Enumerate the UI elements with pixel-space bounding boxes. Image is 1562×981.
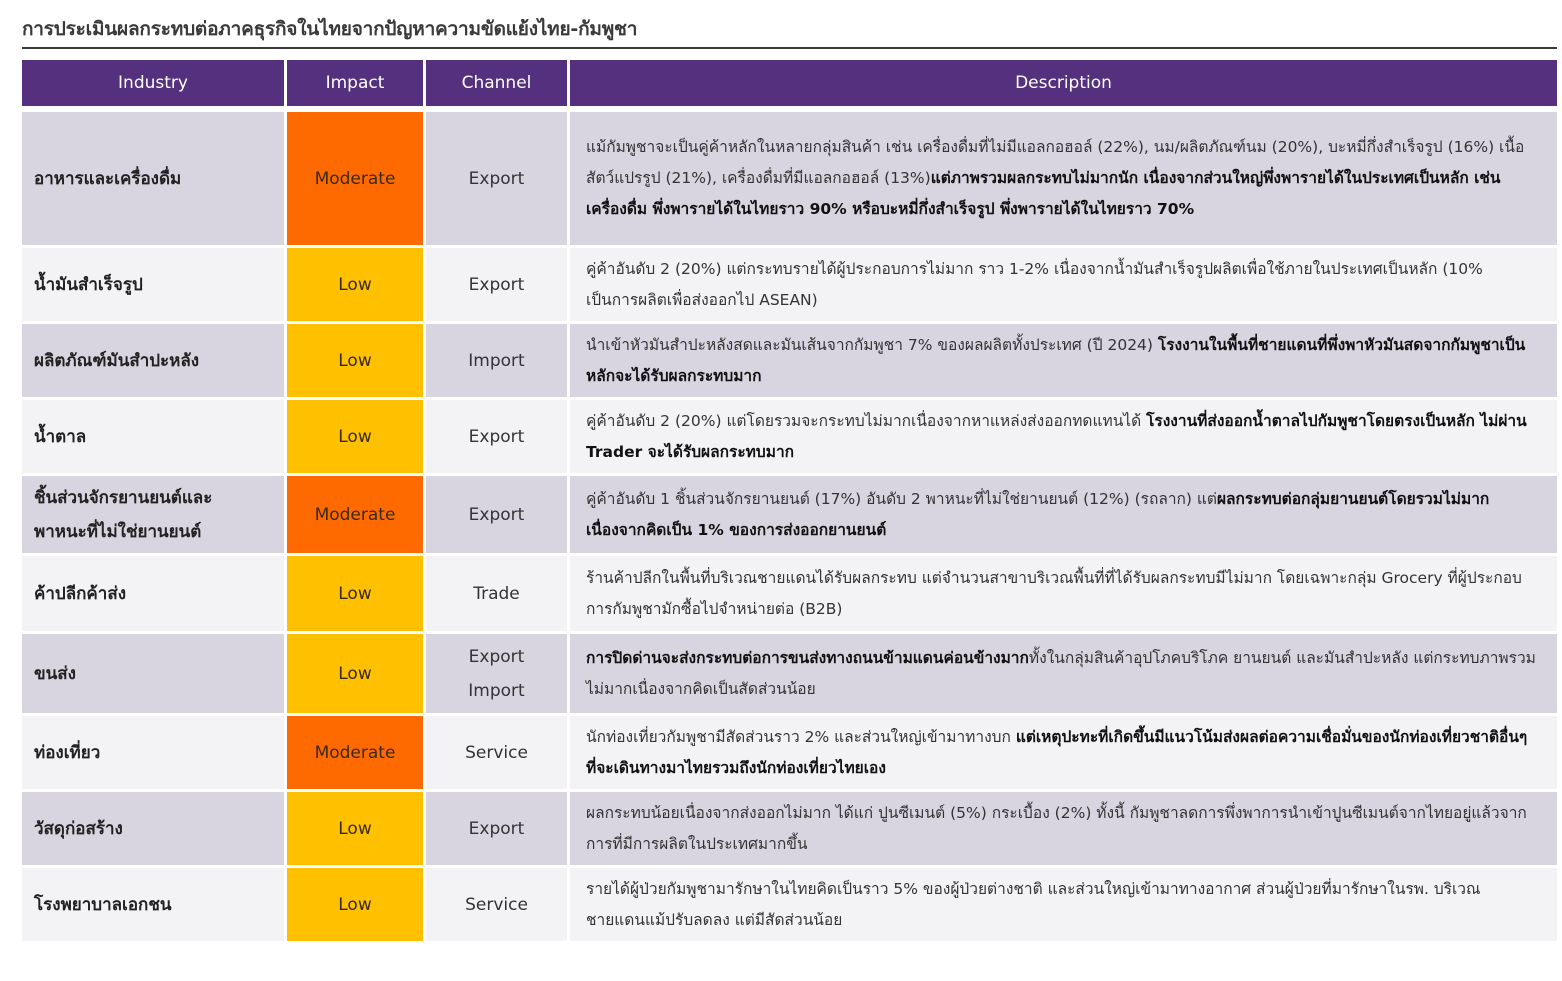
table-row: ขนส่ง Low Export Import การปิดด่านจะส่งกระทบ… — [22, 634, 1557, 716]
industry-name: ชิ้นส่วนจักรยานยนต์และ — [34, 487, 213, 508]
title-divider — [22, 47, 1557, 49]
channel-name: Service — [465, 894, 528, 915]
industry-name: โรงพยาบาลเอกชน — [34, 894, 172, 915]
description-cell: นำเข้าหัวมันสำปะหลังสดและมันเส้นจากกัมพู… — [570, 324, 1557, 400]
channel-cell: Export Import — [426, 634, 570, 716]
description-text: ผลกระทบน้อยเนื่องจากส่งออกไม่มาก ได้แก่ … — [586, 803, 1527, 853]
header-description: Description — [570, 60, 1557, 112]
industry-cell: ท่องเที่ยว — [22, 716, 287, 792]
description-text: รายได้ผู้ป่วยกัมพูชามารักษาในไทยคิดเป็นร… — [586, 879, 1481, 929]
industry-name: น้ำมันสำเร็จรูป — [34, 274, 143, 295]
channel-cell: Trade — [426, 556, 570, 634]
impact-badge: Low — [287, 324, 426, 400]
description-text: คู่ค้าอันดับ 2 (20%) แต่โดยรวมจะกระทบไม่… — [586, 411, 1147, 430]
table-row: น้ำตาล Low Export คู่ค้าอันดับ 2 (20%) แต่โ… — [22, 400, 1557, 476]
table-row: อาหารและเครื่องดื่ม Moderate Export แม้กัมพ… — [22, 112, 1557, 248]
channel-name: Import — [468, 350, 525, 371]
description-cell: คู่ค้าอันดับ 2 (20%) แต่โดยรวมจะกระทบไม่… — [570, 400, 1557, 476]
channel-name: Import — [468, 680, 525, 701]
description-cell: การปิดด่านจะส่งกระทบต่อการขนส่งทางถนนข้า… — [570, 634, 1557, 716]
channel-cell: Service — [426, 716, 570, 792]
channel-cell: Export — [426, 400, 570, 476]
industry-cell: ผลิตภัณฑ์มันสำปะหลัง — [22, 324, 287, 400]
industry-cell: โรงพยาบาลเอกชน — [22, 868, 287, 944]
description-text: นำเข้าหัวมันสำปะหลังสดและมันเส้นจากกัมพู… — [586, 335, 1158, 354]
description-highlight: การปิดด่านจะส่งกระทบต่อการขนส่งทางถนนข้า… — [586, 648, 1029, 667]
page-title: การประเมินผลกระทบต่อภาคธุรกิจในไทยจากปัญ… — [22, 18, 638, 40]
table-row: ผลิตภัณฑ์มันสำปะหลัง Low Import นำเข้าหัวมั… — [22, 324, 1557, 400]
impact-badge: Low — [287, 248, 426, 324]
channel-name: Export — [468, 646, 525, 667]
industry-cell: ขนส่ง — [22, 634, 287, 716]
industry-name: ท่องเที่ยว — [34, 742, 101, 763]
channel-name: Trade — [473, 583, 520, 604]
channel-name: Export — [468, 168, 525, 189]
channel-cell: Export — [426, 792, 570, 868]
channel-cell: Export — [426, 112, 570, 248]
industry-name: น้ำตาล — [34, 426, 87, 447]
impact-badge: Low — [287, 400, 426, 476]
table-row: ท่องเที่ยว Moderate Service นักท่องเที่ยวกั… — [22, 716, 1557, 792]
description-text: ร้านค้าปลีกในพื้นที่บริเวณชายแดนได้รับผล… — [586, 568, 1522, 618]
impact-table: Industry Impact Channel Description อาหา… — [22, 60, 1557, 944]
impact-badge: Moderate — [287, 476, 426, 556]
industry-name: พาหนะที่ไม่ใช่ยานยนต์ — [34, 521, 202, 542]
industry-cell: ชิ้นส่วนจักรยานยนต์และพาหนะที่ไม่ใช่ยานย… — [22, 476, 287, 556]
description-text: คู่ค้าอันดับ 2 (20%) แต่กระทบรายได้ผู้ปร… — [586, 259, 1483, 309]
impact-badge: Moderate — [287, 112, 426, 248]
table-header-row: Industry Impact Channel Description — [22, 60, 1557, 112]
table-row: น้ำมันสำเร็จรูป Low Export คู่ค้าอันดับ 2 (… — [22, 248, 1557, 324]
channel-name: Export — [468, 274, 525, 295]
table-row: โรงพยาบาลเอกชน Low Service รายได้ผู้ป่วยกัม… — [22, 868, 1557, 944]
impact-badge: Low — [287, 556, 426, 634]
impact-badge: Moderate — [287, 716, 426, 792]
channel-cell: Import — [426, 324, 570, 400]
channel-cell: Service — [426, 868, 570, 944]
header-impact: Impact — [287, 60, 426, 112]
header-industry: Industry — [22, 60, 287, 112]
table-row: วัสดุก่อสร้าง Low Export ผลกระทบน้อยเนื่องจ… — [22, 792, 1557, 868]
channel-name: Service — [465, 742, 528, 763]
industry-name: ขนส่ง — [34, 663, 76, 684]
description-cell: ผลกระทบน้อยเนื่องจากส่งออกไม่มาก ได้แก่ … — [570, 792, 1557, 868]
description-cell: แม้กัมพูชาจะเป็นคู่ค้าหลักในหลายกลุ่มสิน… — [570, 112, 1557, 248]
description-cell: คู่ค้าอันดับ 1 ชิ้นส่วนจักรยานยนต์ (17%)… — [570, 476, 1557, 556]
channel-cell: Export — [426, 476, 570, 556]
industry-cell: น้ำมันสำเร็จรูป — [22, 248, 287, 324]
impact-badge: Low — [287, 792, 426, 868]
impact-badge: Low — [287, 868, 426, 944]
industry-cell: วัสดุก่อสร้าง — [22, 792, 287, 868]
header-channel: Channel — [426, 60, 570, 112]
description-cell: ร้านค้าปลีกในพื้นที่บริเวณชายแดนได้รับผล… — [570, 556, 1557, 634]
table-row: ค้าปลีกค้าส่ง Low Trade ร้านค้าปลีกในพื้นที… — [22, 556, 1557, 634]
description-cell: คู่ค้าอันดับ 2 (20%) แต่กระทบรายได้ผู้ปร… — [570, 248, 1557, 324]
impact-badge: Low — [287, 634, 426, 716]
description-text: คู่ค้าอันดับ 1 ชิ้นส่วนจักรยานยนต์ (17%)… — [586, 489, 1217, 508]
channel-name: Export — [468, 504, 525, 525]
industry-name: วัสดุก่อสร้าง — [34, 818, 123, 839]
description-cell: รายได้ผู้ป่วยกัมพูชามารักษาในไทยคิดเป็นร… — [570, 868, 1557, 944]
channel-name: Export — [468, 426, 525, 447]
industry-name: อาหารและเครื่องดื่ม — [34, 168, 182, 189]
channel-cell: Export — [426, 248, 570, 324]
industry-cell: อาหารและเครื่องดื่ม — [22, 112, 287, 248]
table-row: ชิ้นส่วนจักรยานยนต์และพาหนะที่ไม่ใช่ยานย… — [22, 476, 1557, 556]
description-cell: นักท่องเที่ยวกัมพูชามีสัดส่วนราว 2% และส… — [570, 716, 1557, 792]
industry-cell: น้ำตาล — [22, 400, 287, 476]
channel-name: Export — [468, 818, 525, 839]
industry-cell: ค้าปลีกค้าส่ง — [22, 556, 287, 634]
industry-name: ผลิตภัณฑ์มันสำปะหลัง — [34, 350, 200, 371]
industry-name: ค้าปลีกค้าส่ง — [34, 583, 127, 604]
description-text: นักท่องเที่ยวกัมพูชามีสัดส่วนราว 2% และส… — [586, 727, 1016, 746]
